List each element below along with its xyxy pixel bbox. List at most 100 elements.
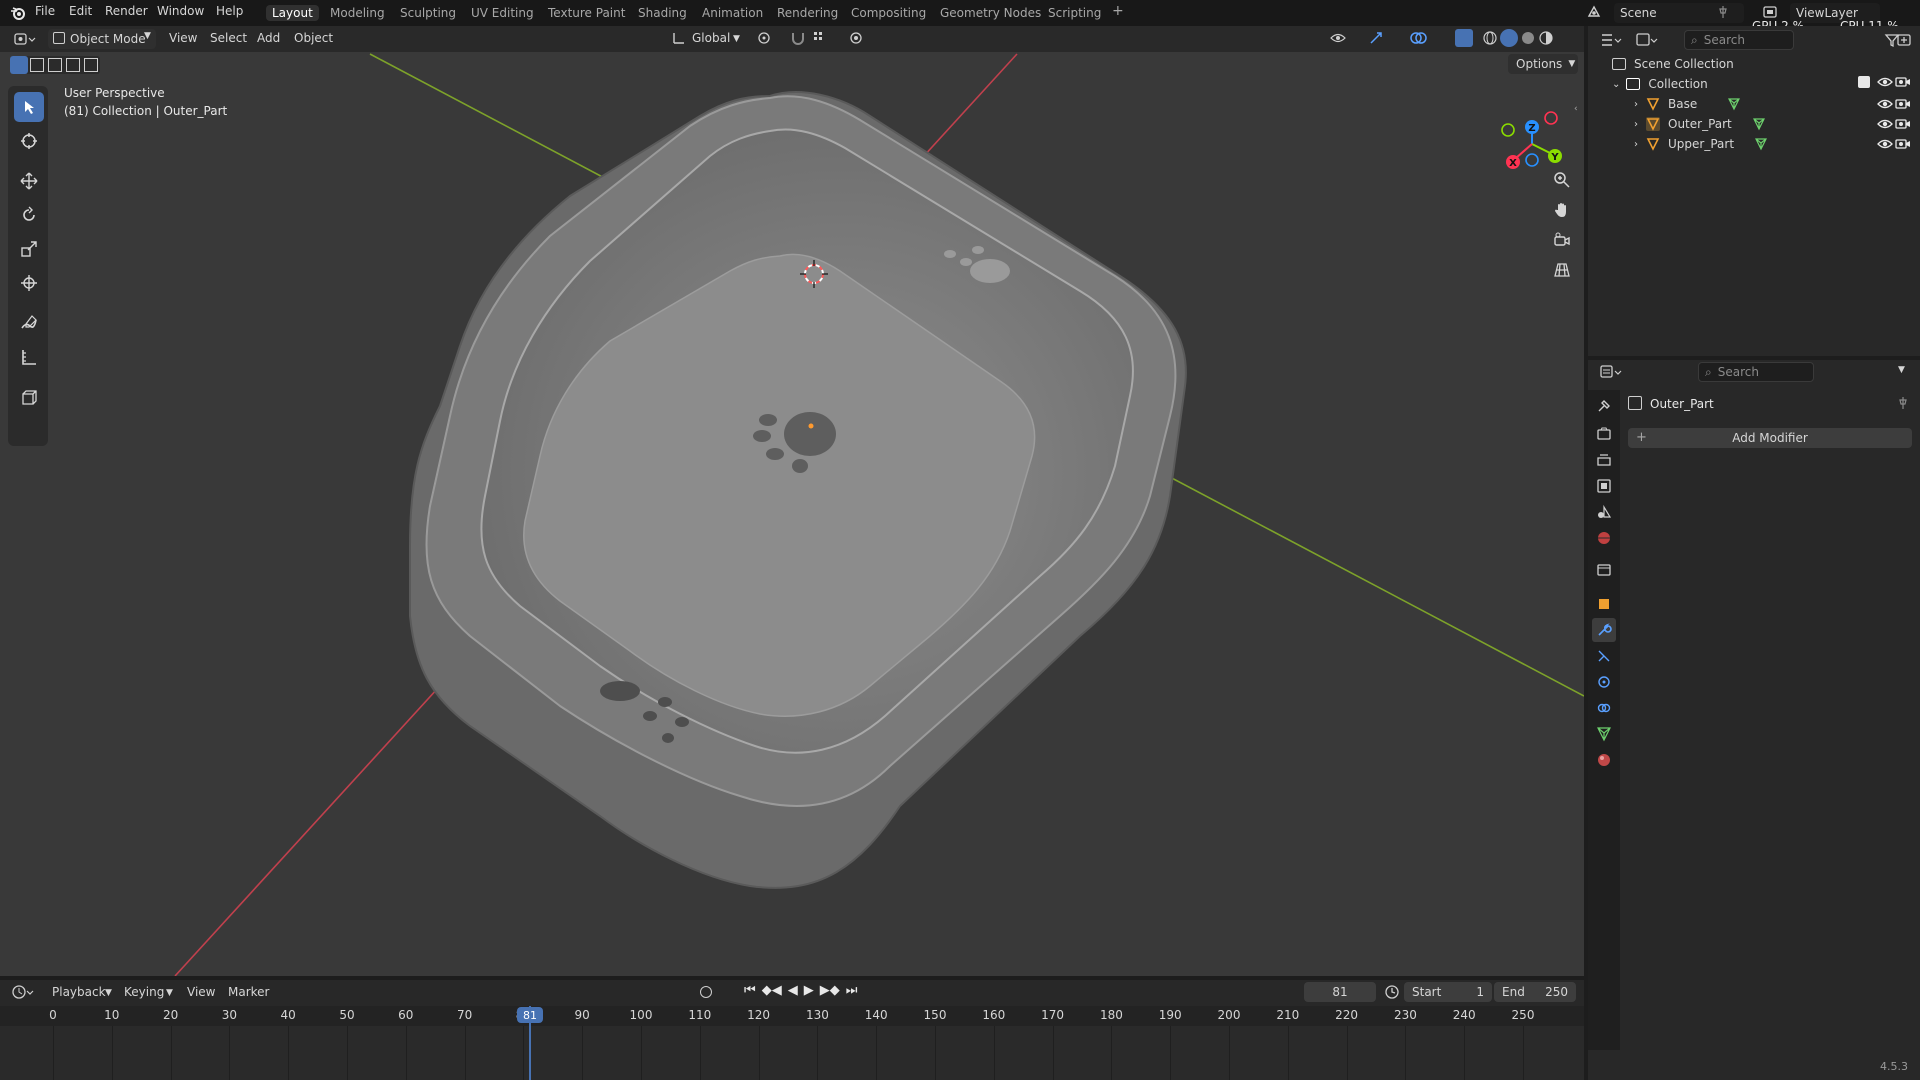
tab-modeling[interactable]: Modeling (330, 6, 385, 20)
visibility-selectability-icon[interactable] (1330, 30, 1348, 49)
material-shading-icon[interactable] (1520, 30, 1536, 49)
pin-icon[interactable] (1896, 396, 1910, 413)
snap-icon[interactable] (790, 30, 808, 49)
rotate-tool-icon[interactable] (14, 200, 44, 230)
transform-orientation[interactable]: Global (692, 31, 730, 45)
modifier-tab-active[interactable] (1592, 618, 1616, 642)
add-workspace-button[interactable]: + (1112, 3, 1124, 19)
jump-start-icon[interactable]: ⏮ (744, 983, 756, 998)
outliner-search-input[interactable]: ⌕ Search (1684, 30, 1794, 50)
cursor-tool-icon[interactable] (14, 126, 44, 156)
annotate-tool-icon[interactable] (14, 308, 44, 338)
select-subtract-icon[interactable] (48, 58, 62, 72)
eye-icon[interactable] (1877, 137, 1893, 154)
select-new-icon[interactable] (10, 56, 28, 74)
camera-view-icon[interactable] (1548, 226, 1576, 254)
outliner-item-base[interactable]: › Base (1634, 94, 1854, 114)
editor-type-icon[interactable] (14, 31, 36, 50)
blender-logo-icon[interactable] (10, 5, 26, 24)
mesh-data-icon[interactable] (1727, 97, 1741, 111)
zoom-view-icon[interactable] (1548, 166, 1576, 194)
scene-tab-icon[interactable] (1596, 504, 1612, 523)
add-cube-tool-icon[interactable] (14, 382, 44, 412)
menu-playback[interactable]: Playback (52, 985, 106, 999)
tab-sculpting[interactable]: Sculpting (400, 6, 456, 20)
play-icon[interactable]: ▶ (804, 983, 814, 998)
menu-marker[interactable]: Marker (228, 985, 269, 999)
select-extend-icon[interactable] (30, 58, 44, 72)
exclude-checkbox[interactable] (1858, 76, 1870, 88)
expand-chevron-icon[interactable]: › (1634, 99, 1638, 110)
pin-icon[interactable] (1716, 5, 1730, 22)
object-mode-dropdown[interactable]: Object Mode ▼ (48, 29, 156, 49)
menu-edit[interactable]: Edit (69, 4, 92, 18)
pan-view-icon[interactable] (1548, 196, 1576, 224)
jump-end-icon[interactable]: ⏭ (846, 983, 858, 998)
move-tool-icon[interactable] (14, 166, 44, 196)
display-mode-icon[interactable] (1636, 32, 1658, 51)
menu-window[interactable]: Window (157, 4, 204, 18)
add-modifier-button[interactable]: + Add Modifier (1628, 428, 1912, 448)
proportional-edit-icon[interactable] (848, 30, 864, 49)
tab-rendering[interactable]: Rendering (777, 6, 838, 20)
world-tab-icon[interactable] (1596, 530, 1612, 549)
output-tab-icon[interactable] (1596, 452, 1612, 471)
pivot-icon[interactable] (756, 30, 774, 49)
camera-render-icon[interactable] (1895, 75, 1911, 92)
mesh-data-icon[interactable] (1754, 137, 1768, 151)
tab-layout[interactable]: Layout (266, 5, 319, 21)
timeline-ruler[interactable]: 0102030405060708090100110120130140150160… (0, 1006, 1584, 1080)
camera-render-icon[interactable] (1895, 137, 1911, 154)
menu-add[interactable]: Add (257, 31, 280, 45)
new-collection-icon[interactable] (1896, 32, 1912, 51)
view-layer-tab-icon[interactable] (1596, 478, 1612, 497)
start-frame-field[interactable]: Start 1 (1404, 982, 1492, 1002)
transform-tool-icon[interactable] (14, 268, 44, 298)
menu-view[interactable]: View (187, 985, 215, 999)
object-tab-icon[interactable] (1596, 596, 1612, 615)
outliner-editor-icon[interactable] (1600, 32, 1622, 51)
eye-icon[interactable] (1877, 75, 1893, 92)
select-box-tool-icon[interactable] (14, 92, 44, 122)
tab-shading[interactable]: Shading (638, 6, 687, 20)
menu-select[interactable]: Select (210, 31, 247, 45)
auto-keying-icon[interactable] (700, 986, 712, 998)
sidebar-toggle-icon[interactable]: ‹ (1574, 104, 1578, 114)
end-frame-field[interactable]: End 250 (1494, 982, 1576, 1002)
outliner-item-outer-part[interactable]: › Outer_Part (1634, 114, 1854, 134)
perspective-toggle-icon[interactable] (1548, 256, 1576, 284)
chevron-down-icon[interactable]: ▼ (1898, 365, 1905, 375)
tab-animation[interactable]: Animation (702, 6, 763, 20)
particles-tab-icon[interactable] (1596, 648, 1612, 667)
eye-icon[interactable] (1877, 117, 1893, 134)
collection-tab-icon[interactable] (1596, 562, 1612, 581)
physics-tab-icon[interactable] (1596, 674, 1612, 693)
expand-chevron-icon[interactable]: › (1634, 139, 1638, 150)
data-tab-icon[interactable] (1596, 726, 1612, 745)
menu-render[interactable]: Render (105, 4, 148, 18)
current-frame-field[interactable]: 81 (1304, 982, 1376, 1002)
menu-view[interactable]: View (169, 31, 197, 45)
select-intersect-icon[interactable] (84, 58, 98, 72)
tool-tab-icon[interactable] (1596, 398, 1612, 417)
collapse-chevron-icon[interactable]: ⌄ (1612, 79, 1620, 90)
expand-chevron-icon[interactable]: › (1634, 119, 1638, 130)
menu-object[interactable]: Object (294, 31, 333, 45)
select-invert-icon[interactable] (66, 58, 80, 72)
gizmo-toggle-icon[interactable] (1368, 30, 1386, 49)
wireframe-shading-icon[interactable] (1482, 30, 1498, 49)
tab-scripting[interactable]: Scripting (1048, 6, 1101, 20)
scale-tool-icon[interactable] (14, 234, 44, 264)
material-tab-icon[interactable] (1596, 752, 1612, 771)
overlays-icon[interactable] (1410, 30, 1428, 49)
prev-keyframe-icon[interactable]: ◆◀ (762, 983, 782, 998)
clock-icon[interactable] (1384, 984, 1400, 1003)
rendered-shading-icon[interactable] (1538, 30, 1554, 49)
play-reverse-icon[interactable]: ◀ (788, 983, 798, 998)
playhead-frame-badge[interactable]: 81 (517, 1007, 543, 1023)
3d-viewport[interactable]: Object Mode ▼ View Select Add Object Glo… (0, 26, 1584, 976)
tab-texture-paint[interactable]: Texture Paint (548, 6, 625, 20)
tab-compositing[interactable]: Compositing (851, 6, 926, 20)
menu-help[interactable]: Help (216, 4, 243, 18)
constraints-tab-icon[interactable] (1596, 700, 1612, 719)
